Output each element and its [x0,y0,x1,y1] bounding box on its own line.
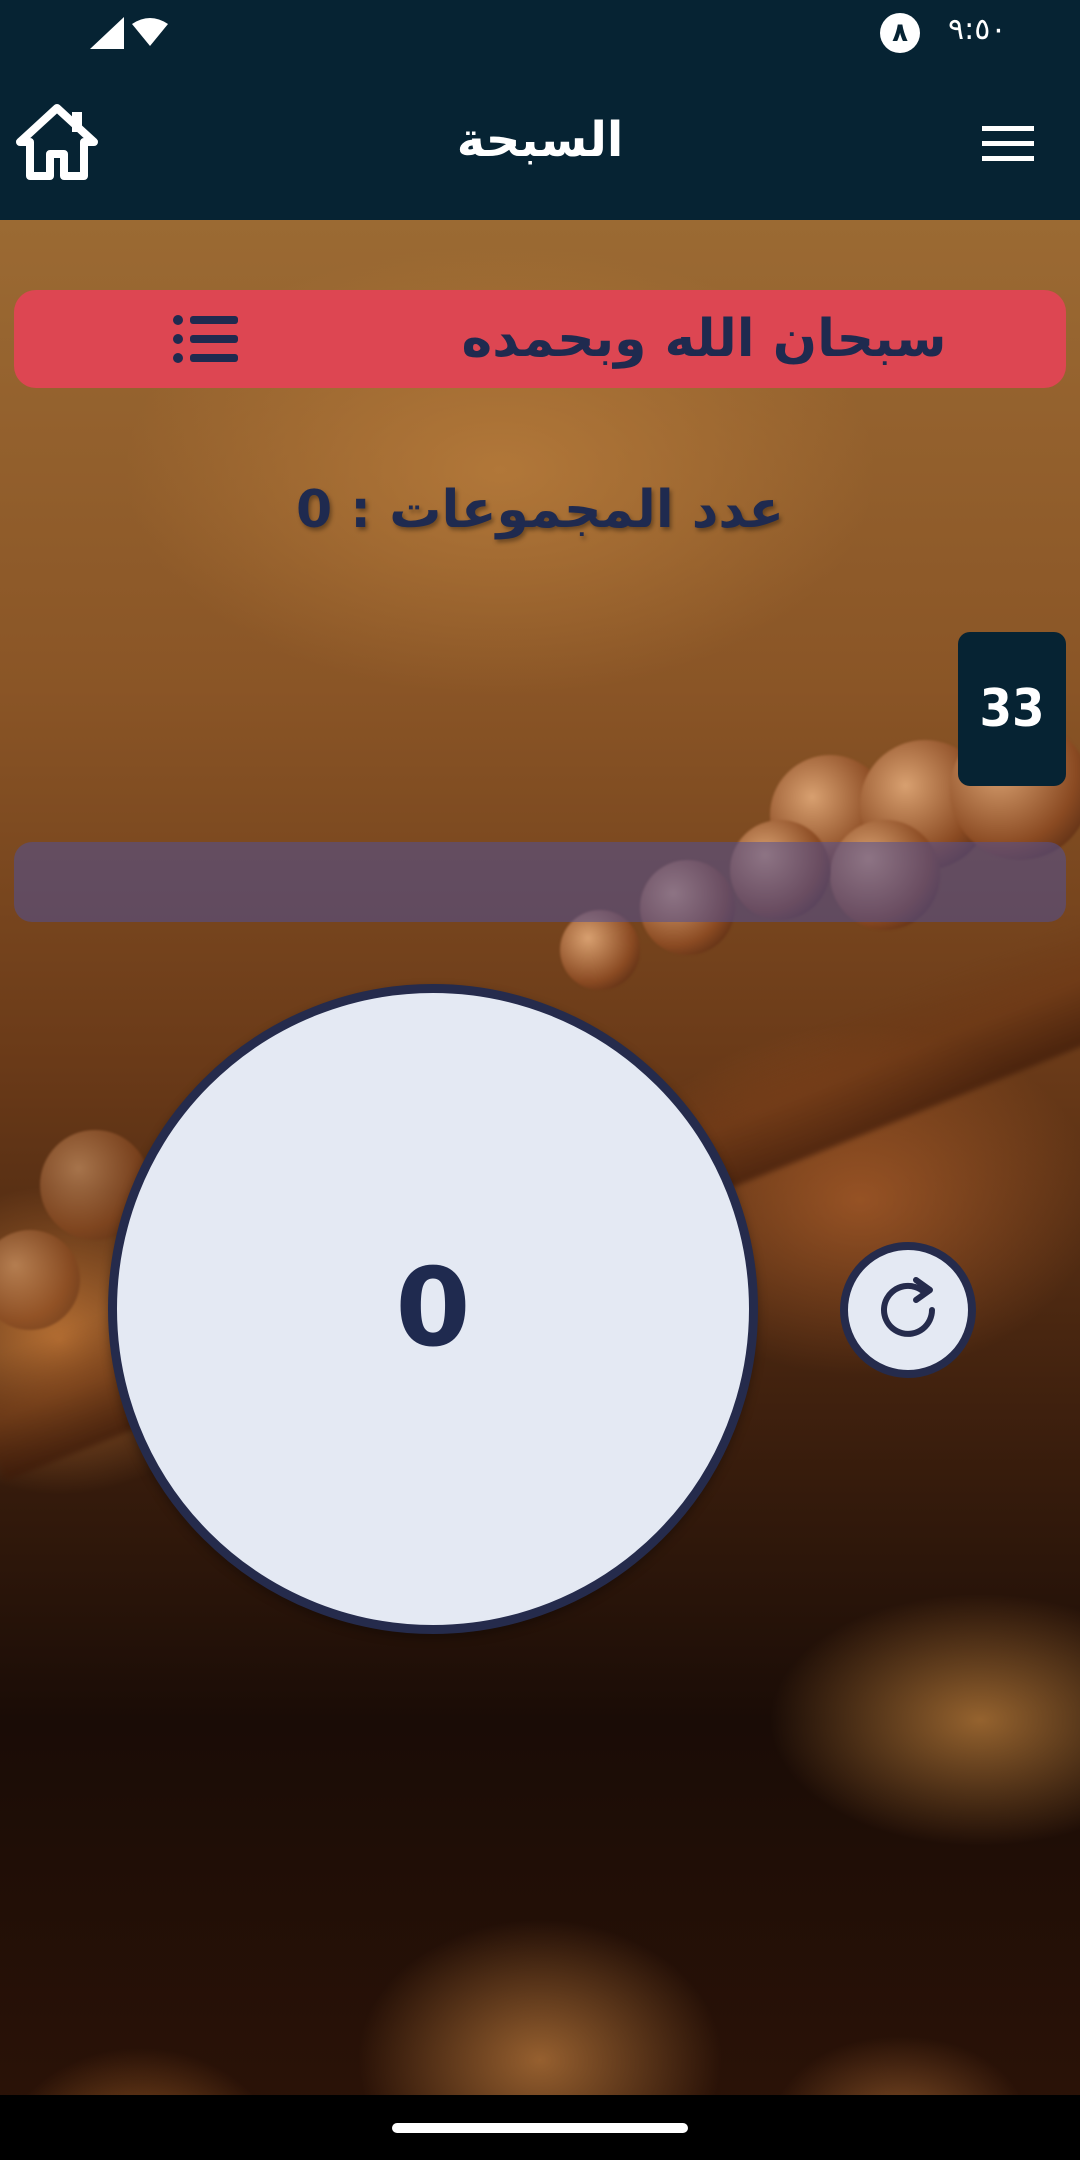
home-gesture-handle[interactable] [392,2123,688,2133]
wifi-icon [132,18,168,46]
status-time: ٩:٥٠ [948,12,1007,47]
target-count-badge[interactable]: 33 [958,632,1066,786]
reset-icon [881,1277,935,1337]
app-bar: السبحة [0,64,1080,220]
dhikr-selector[interactable]: سبحان الله وبحمده [14,290,1066,388]
list-icon[interactable] [170,310,240,368]
groups-count: عدد المجموعات : 0 [296,480,784,540]
reset-button[interactable] [840,1242,976,1378]
page-title: السبحة [456,112,624,168]
current-dhikr-text: سبحان الله وبحمده [461,309,947,369]
counter-value: 0 [395,1246,471,1371]
home-icon[interactable] [16,104,98,180]
cellular-signal-icon [90,17,124,49]
status-bar: ٨ ٩:٥٠ [0,0,1080,64]
counter-button[interactable]: 0 [108,984,758,1634]
system-navigation-bar [0,2095,1080,2160]
hamburger-menu-icon[interactable] [980,124,1036,164]
notification-badge: ٨ [880,13,920,53]
progress-bar [14,842,1066,922]
tasbih-screen: ٨ ٩:٥٠ السبحة سبحان الله وبحمده عدد المج… [0,0,1080,2160]
